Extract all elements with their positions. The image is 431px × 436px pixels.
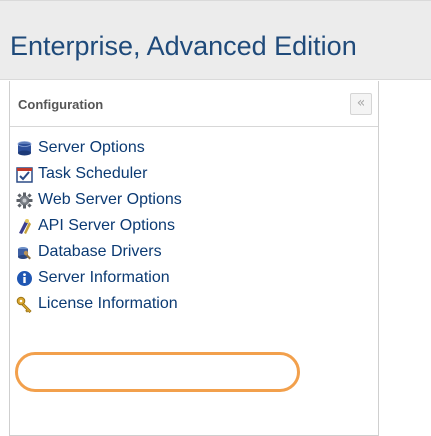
- api-server-icon: [16, 218, 33, 235]
- page-title: Enterprise, Advanced Edition: [10, 31, 357, 61]
- menu-item-license-information[interactable]: License Information: [16, 291, 182, 317]
- menu-item-label: License Information: [38, 295, 178, 312]
- menu-item-label: API Server Options: [38, 217, 175, 234]
- menu-item-label: Database Drivers: [38, 243, 162, 260]
- collapse-panel-button[interactable]: «: [350, 93, 372, 115]
- menu-item-task-scheduler[interactable]: Task Scheduler: [16, 161, 182, 187]
- menu-item-label: Server Information: [38, 269, 170, 286]
- info-icon: [16, 270, 33, 287]
- menu-item-label: Server Options: [38, 139, 145, 156]
- web-server-icon: [16, 192, 33, 209]
- menu-item-server-options[interactable]: Server Options: [16, 135, 182, 161]
- configuration-panel: Configuration « Server Options Task Sche…: [9, 81, 379, 436]
- key-icon: [16, 296, 33, 313]
- highlight-annotation: [15, 352, 300, 392]
- task-scheduler-icon: [16, 166, 33, 183]
- menu-item-label: Web Server Options: [38, 191, 182, 208]
- menu-item-database-drivers[interactable]: Database Drivers: [16, 239, 182, 265]
- page-header: Enterprise, Advanced Edition: [0, 0, 431, 80]
- database-drivers-icon: [16, 244, 33, 261]
- menu-item-label: Task Scheduler: [38, 165, 148, 182]
- menu-item-server-information[interactable]: Server Information: [16, 265, 182, 291]
- panel-title: Configuration: [18, 97, 104, 112]
- panel-header: Configuration «: [10, 81, 378, 127]
- menu-item-web-server-options[interactable]: Web Server Options: [16, 187, 182, 213]
- server-icon: [16, 140, 33, 157]
- configuration-menu: Server Options Task Scheduler Web Server…: [16, 135, 182, 317]
- menu-item-api-server-options[interactable]: API Server Options: [16, 213, 182, 239]
- configuration-page: Enterprise, Advanced Edition Configurati…: [0, 0, 431, 436]
